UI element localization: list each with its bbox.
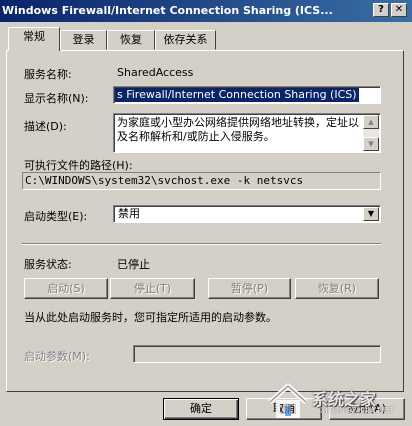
startup-type-value: 禁用 <box>118 207 140 220</box>
exec-path-field: C:\WINDOWS\system32\svchost.exe -k netsv… <box>22 172 381 190</box>
service-status-label: 服务状态: <box>24 258 72 271</box>
display-name-text: s Firewall/Internet Connection Sharing (… <box>115 88 359 102</box>
display-name-label: 显示名称(N): <box>24 92 89 105</box>
chevron-down-icon[interactable]: ▼ <box>363 207 379 221</box>
start-params-hint: 当从此处启动服务时，您可指定所适用的启动参数。 <box>24 311 277 324</box>
tab-logon[interactable]: 登录 <box>60 30 107 50</box>
help-button[interactable]: ? <box>373 3 389 17</box>
tab-general[interactable]: 常规 <box>8 27 60 51</box>
service-name-value: SharedAccess <box>117 66 194 79</box>
startup-type-select[interactable]: 禁用 ▼ <box>113 205 381 223</box>
scrollbar-track[interactable] <box>363 129 379 137</box>
close-button[interactable]: ✕ <box>391 3 407 17</box>
scroll-down-icon[interactable]: ▼ <box>363 137 379 151</box>
display-name-field[interactable]: s Firewall/Internet Connection Sharing (… <box>113 86 381 104</box>
pause-button[interactable]: 暂停(P) <box>208 278 291 299</box>
tab-dependencies[interactable]: 依存关系 <box>155 30 216 50</box>
divider <box>22 243 381 245</box>
start-button[interactable]: 启动(S) <box>24 278 108 299</box>
window-title: Windows Firewall/Internet Connection Sha… <box>2 4 333 17</box>
ok-button[interactable]: 确定 <box>163 398 239 420</box>
description-field[interactable]: 为家庭或小型办公网络提供网络地址转换，定址以及名称解析和/或防止入侵服务。 ▲ … <box>113 113 381 153</box>
stop-button[interactable]: 停止(T) <box>110 278 195 299</box>
window-titlebar: Windows Firewall/Internet Connection Sha… <box>0 0 412 22</box>
description-text: 为家庭或小型办公网络提供网络地址转换，定址以及名称解析和/或防止入侵服务。 <box>117 116 359 143</box>
scroll-up-icon[interactable]: ▲ <box>363 115 379 129</box>
start-params-label: 启动参数(M): <box>24 350 90 363</box>
start-params-input[interactable] <box>133 345 381 363</box>
cancel-button[interactable]: 取消 <box>246 398 322 420</box>
startup-type-label: 启动类型(E): <box>24 210 88 223</box>
resume-button[interactable]: 恢复(R) <box>295 278 379 299</box>
exec-path-label: 可执行文件的路径(H): <box>24 159 133 172</box>
apply-button[interactable]: 应用(A) <box>329 398 405 420</box>
service-name-label: 服务名称: <box>24 68 72 81</box>
tab-recovery[interactable]: 恢复 <box>107 30 155 50</box>
service-status-value: 已停止 <box>117 258 150 271</box>
description-label: 描述(D): <box>24 120 67 133</box>
